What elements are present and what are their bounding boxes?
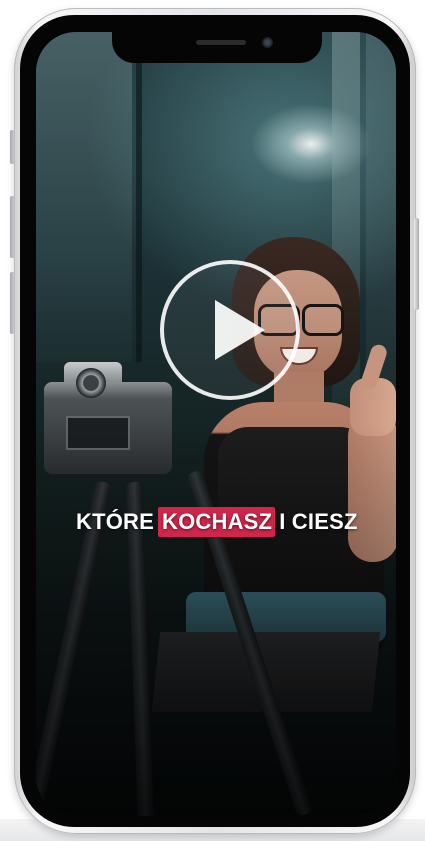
- front-camera: [262, 37, 273, 48]
- caption-highlight: KOCHASZ: [158, 507, 276, 537]
- video-caption: KTÓRE KOCHASZ I CIESZ: [76, 502, 358, 542]
- power-button: [414, 218, 419, 310]
- caption-text-start: KTÓRE: [76, 509, 154, 534]
- play-icon[interactable]: [215, 300, 265, 360]
- phone-notch: [112, 31, 322, 63]
- video-screen[interactable]: [36, 32, 396, 816]
- play-button[interactable]: [160, 260, 300, 400]
- video-vignette: [36, 32, 396, 816]
- page: KTÓRE KOCHASZ I CIESZ: [0, 0, 425, 841]
- caption-text-end: I CIESZ: [279, 509, 358, 534]
- earpiece-speaker: [196, 40, 246, 45]
